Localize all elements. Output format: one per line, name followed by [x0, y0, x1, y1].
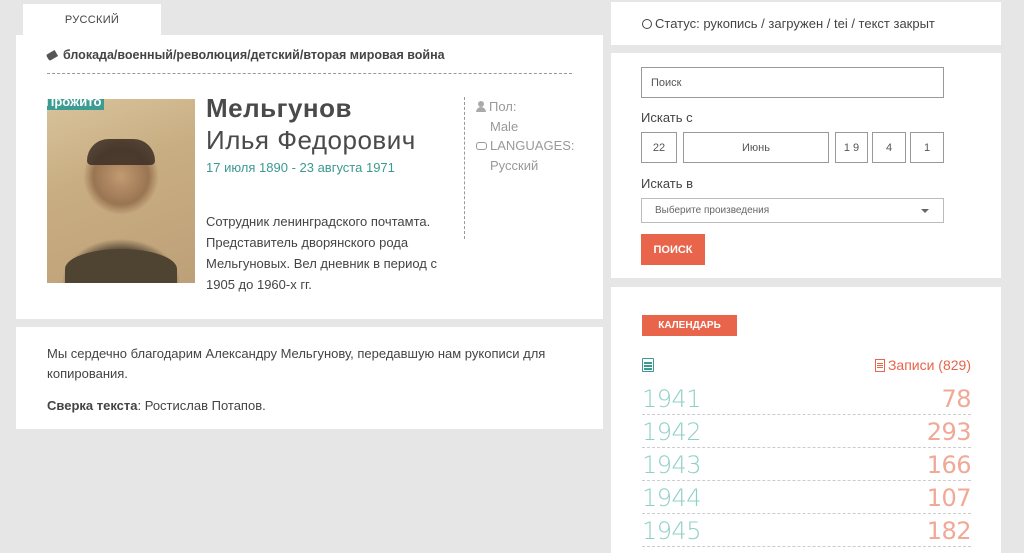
tags-text[interactable]: блокада/военный/революция/детский/вторая… — [63, 48, 445, 62]
diarist-given-names: Илья Федорович — [206, 125, 416, 155]
year-row[interactable]: 1945 182 — [642, 513, 972, 547]
year-label[interactable]: 1943 — [642, 450, 702, 480]
records-link[interactable]: Записи (829) — [874, 357, 971, 373]
diarist-meta: Пол: Male LANGUAGES: Русский — [464, 97, 575, 239]
calendar-icon[interactable] — [642, 358, 654, 372]
languages-value: Русский — [490, 157, 539, 173]
diarist-surname: Мельгунов — [206, 93, 352, 123]
year-count[interactable]: 182 — [927, 516, 972, 546]
search-card: Поиск Искать с 22 Июнь 1 9 4 1 Искать в … — [611, 53, 1001, 278]
search-button[interactable]: Поиск — [641, 234, 705, 265]
tab-language-russian[interactable]: Русский — [23, 4, 161, 36]
tag-icon — [45, 49, 59, 61]
document-icon — [874, 358, 885, 372]
proofreading-label: Сверка текста — [47, 398, 138, 413]
status-lock-icon — [642, 18, 652, 29]
proofreading-line: Сверка текста: Ростислав Потапов. — [47, 398, 266, 413]
divider — [47, 73, 572, 74]
gender-value: Male — [490, 118, 519, 134]
search-in-label: Искать в — [641, 176, 694, 191]
chevron-down-icon — [921, 209, 929, 213]
year-label[interactable]: 1941 — [642, 384, 702, 414]
year-row[interactable]: 1941 78 — [642, 381, 971, 415]
languages-label: LANGUAGES: — [490, 138, 575, 153]
diarist-dates: 17 июля 1890 - 23 августа 1971 — [206, 160, 395, 175]
gender-label: Пол: — [489, 99, 517, 114]
year-digit-4-field[interactable]: 1 — [910, 132, 944, 163]
acknowledgement-text: Мы сердечно благодарим Александру Мельгу… — [47, 346, 546, 381]
year-digits-1-field[interactable]: 1 9 — [835, 132, 868, 163]
diarist-card: блокада/военный/революция/детский/вторая… — [16, 35, 603, 319]
year-count[interactable]: 293 — [927, 417, 972, 447]
calendar-card: Календарь Записи (829) 1941 78 1942 293 … — [611, 287, 1001, 553]
year-row[interactable]: 1942 293 — [642, 414, 972, 448]
status-card: Статус: рукопись / загружен / tei / текс… — [611, 2, 1001, 45]
year-count[interactable]: 78 — [941, 384, 971, 414]
year-label[interactable]: 1942 — [642, 417, 702, 447]
person-icon — [476, 101, 486, 113]
works-select[interactable]: Выберите произведения — [641, 198, 944, 223]
acknowledgement-card: Мы сердечно благодарим Александру Мельгу… — [16, 327, 603, 429]
year-count[interactable]: 107 — [927, 483, 972, 513]
diarist-photo: Прожито — [47, 99, 195, 283]
proofreading-value: : Ростислав Потапов. — [137, 398, 266, 413]
search-input[interactable]: Поиск — [641, 67, 944, 98]
day-field[interactable]: 22 — [641, 132, 677, 163]
prozhito-badge: Прожито — [47, 99, 105, 110]
works-select-value: Выберите произведения — [655, 205, 770, 216]
year-digit-3-field[interactable]: 4 — [872, 132, 906, 163]
diarist-bio: Сотрудник ленинградского почтамта. Предс… — [206, 214, 437, 292]
year-row[interactable]: 1944 107 — [642, 480, 972, 514]
records-label: Записи (829) — [887, 357, 971, 373]
year-label[interactable]: 1945 — [642, 516, 702, 546]
search-from-label: Искать с — [641, 110, 693, 125]
month-field[interactable]: Июнь — [683, 132, 829, 163]
status-text: Статус: рукопись / загружен / tei / текс… — [655, 16, 935, 31]
year-label[interactable]: 1944 — [642, 483, 702, 513]
year-row[interactable]: 1943 166 — [642, 447, 972, 481]
calendar-button[interactable]: Календарь — [642, 315, 737, 336]
year-count[interactable]: 166 — [927, 450, 972, 480]
tags: блокада/военный/революция/детский/вторая… — [45, 48, 445, 62]
speech-bubble-icon — [476, 141, 487, 150]
